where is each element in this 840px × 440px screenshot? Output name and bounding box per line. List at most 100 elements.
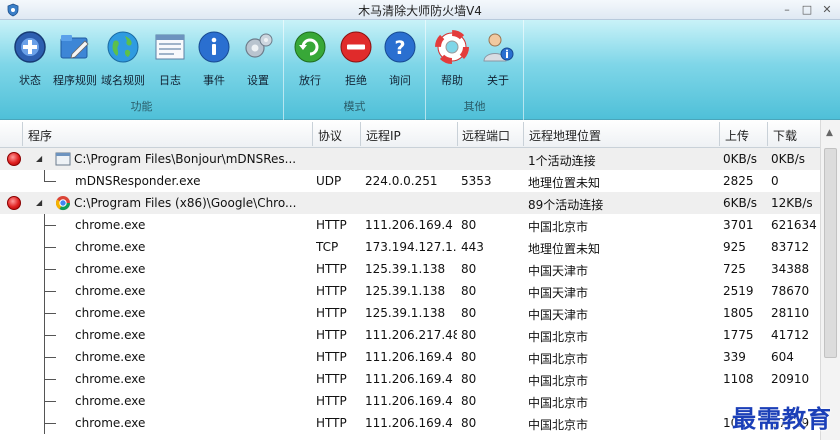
- cell-download: 621634: [771, 218, 817, 232]
- settings-button[interactable]: 设置: [234, 26, 282, 90]
- cell-remote-location: 中国北京市: [528, 396, 589, 410]
- column-header-program[interactable]: 程序: [28, 127, 52, 144]
- cell-program: chrome.exe: [75, 218, 146, 232]
- process-group-row[interactable]: ◢ C:\Program Files\Bonjour\mDNSRes... 1个活动…: [0, 148, 820, 170]
- cell-upload: 925: [723, 240, 746, 254]
- column-header-remote-port[interactable]: 远程端口: [462, 127, 510, 144]
- question-icon: ?: [384, 31, 416, 63]
- cell-remote-location: 中国北京市: [528, 220, 589, 234]
- table-row[interactable]: chrome.exe HTTP 125.39.1.138 80 中国天津市 725 3438…: [0, 258, 820, 280]
- cell-upload: 2519: [723, 284, 754, 298]
- status-dot-icon[interactable]: [7, 152, 21, 166]
- table-row[interactable]: chrome.exe HTTP 111.206.169.4 80 中国北京市: [0, 390, 820, 412]
- cell-download: 20910: [771, 372, 810, 386]
- cell-remote-ip: 125.39.1.138: [365, 306, 446, 320]
- table-row[interactable]: chrome.exe HTTP 111.206.169.4 80 中国北京市 1087 17…: [0, 412, 820, 434]
- cell-protocol: HTTP: [316, 306, 347, 320]
- column-header-remote-location[interactable]: 远程地理位置: [529, 127, 601, 144]
- status-label: 状态: [19, 74, 41, 87]
- about-button[interactable]: 关于: [474, 26, 522, 90]
- vertical-scrollbar[interactable]: ▲: [820, 120, 840, 440]
- table-header: 程序 协议 远程IP 远程端口 远程地理位置 上传 下载: [0, 120, 840, 148]
- cell-protocol: TCP: [316, 240, 339, 254]
- help-button[interactable]: 帮助: [428, 26, 476, 90]
- group-label-mode: 模式: [343, 100, 366, 113]
- cell-protocol: HTTP: [316, 350, 347, 364]
- cell-download: 0: [771, 174, 779, 188]
- cell-protocol: HTTP: [316, 328, 347, 342]
- cell-upload: 3701: [723, 218, 754, 232]
- settings-label: 设置: [247, 74, 269, 87]
- program-rules-button[interactable]: 程序规则: [51, 26, 99, 90]
- minimize-button[interactable]: –: [778, 1, 796, 17]
- status-button[interactable]: 状态: [6, 26, 54, 90]
- cell-protocol: HTTP: [316, 284, 347, 298]
- cell-program: chrome.exe: [75, 240, 146, 254]
- column-header-download[interactable]: 下载: [773, 127, 797, 144]
- deny-button[interactable]: 拒绝: [332, 26, 380, 90]
- column-header-remote-ip[interactable]: 远程IP: [366, 127, 401, 144]
- domain-rules-button[interactable]: 域名规则: [99, 26, 147, 90]
- watermark: 最需教育: [732, 404, 832, 433]
- cell-protocol: HTTP: [316, 218, 347, 232]
- cell-protocol: HTTP: [316, 394, 347, 408]
- process-group-row[interactable]: ◢ C:\Program Files (x86)\Google\Chro... 89…: [0, 192, 820, 214]
- column-header-protocol[interactable]: 协议: [318, 127, 342, 144]
- status-dot-icon[interactable]: [7, 196, 21, 210]
- cell-protocol: HTTP: [316, 372, 347, 386]
- table-row[interactable]: mDNSResponder.exe UDP 224.0.0.251 5353 地理位置未…: [0, 170, 820, 192]
- table-row[interactable]: chrome.exe HTTP 111.206.217.48 80 中国北京市 1775 4…: [0, 324, 820, 346]
- cell-download: 12KB/s: [771, 196, 813, 210]
- cell-remote-location: 中国北京市: [528, 352, 589, 366]
- table-row[interactable]: chrome.exe HTTP 125.39.1.138 80 中国天津市 2519 786…: [0, 280, 820, 302]
- connection-table: 程序 协议 远程IP 远程端口 远程地理位置 上传 下载 ◢ C:\Program…: [0, 120, 840, 440]
- maximize-button[interactable]: □: [798, 1, 816, 17]
- table-row[interactable]: chrome.exe HTTP 111.206.169.4 80 中国北京市 3701 62…: [0, 214, 820, 236]
- scroll-up-icon[interactable]: ▲: [826, 128, 833, 138]
- cell-remote-port: 80: [461, 394, 477, 408]
- cell-program: chrome.exe: [75, 262, 146, 276]
- cell-remote-ip: 125.39.1.138: [365, 262, 446, 276]
- cell-download: 28110: [771, 306, 810, 320]
- table-row[interactable]: chrome.exe HTTP 111.206.169.4 80 中国北京市 339 604: [0, 346, 820, 368]
- refresh-icon: [294, 31, 326, 63]
- scrollbar-thumb[interactable]: [824, 148, 837, 358]
- cell-remote-port: 80: [461, 284, 477, 298]
- deny-label: 拒绝: [345, 74, 367, 87]
- svg-text:?: ?: [394, 37, 405, 59]
- table-row[interactable]: chrome.exe HTTP 125.39.1.138 80 中国天津市 1805 281…: [0, 302, 820, 324]
- toolbar-group-function: 状态 程序规则 域名规则 日志 事件 设置 功能: [0, 20, 284, 120]
- cell-remote-port: 80: [461, 416, 477, 430]
- column-header-upload[interactable]: 上传: [725, 127, 749, 144]
- cell-remote-location: 中国天津市: [528, 286, 589, 300]
- table-row[interactable]: chrome.exe HTTP 111.206.169.4 80 中国北京市 1108 20…: [0, 368, 820, 390]
- cell-program-path: C:\Program Files (x86)\Google\Chro...: [74, 196, 297, 210]
- application-icon: [55, 152, 71, 166]
- cell-protocol: UDP: [316, 174, 342, 188]
- cell-program: chrome.exe: [75, 284, 146, 298]
- cell-remote-location: 中国天津市: [528, 264, 589, 278]
- event-button[interactable]: 事件: [190, 26, 238, 90]
- toolbar-group-other: 帮助 关于 其他: [426, 20, 524, 120]
- domain-rules-label: 域名规则: [101, 74, 145, 87]
- cell-remote-port: 443: [461, 240, 484, 254]
- close-button[interactable]: ✕: [818, 1, 836, 17]
- cell-remote-location: 中国北京市: [528, 418, 589, 432]
- cell-remote-ip: 111.206.169.4: [365, 218, 453, 232]
- log-button[interactable]: 日志: [146, 26, 194, 90]
- ask-button[interactable]: ? 询问: [376, 26, 424, 90]
- lifebuoy-icon: [435, 30, 469, 64]
- log-label: 日志: [159, 74, 181, 87]
- cell-remote-port: 80: [461, 328, 477, 342]
- window-title: 木马清除大师防火墙V4: [358, 4, 482, 18]
- table-row[interactable]: chrome.exe TCP 173.194.127.1... 443 地理位置未知 92…: [0, 236, 820, 258]
- cell-remote-port: 5353: [461, 174, 492, 188]
- expand-toggle-icon[interactable]: ◢: [36, 198, 42, 207]
- cell-upload: 0KB/s: [723, 152, 758, 166]
- cell-remote-ip: 125.39.1.138: [365, 284, 446, 298]
- cell-remote-ip: 111.206.217.48: [365, 328, 457, 342]
- allow-button[interactable]: 放行: [286, 26, 334, 90]
- expand-toggle-icon[interactable]: ◢: [36, 154, 42, 163]
- ribbon-toolbar: 状态 程序规则 域名规则 日志 事件 设置 功能 放行 拒绝 ? 询问 模式 帮…: [0, 20, 840, 120]
- cell-remote-ip: 111.206.169.4: [365, 394, 453, 408]
